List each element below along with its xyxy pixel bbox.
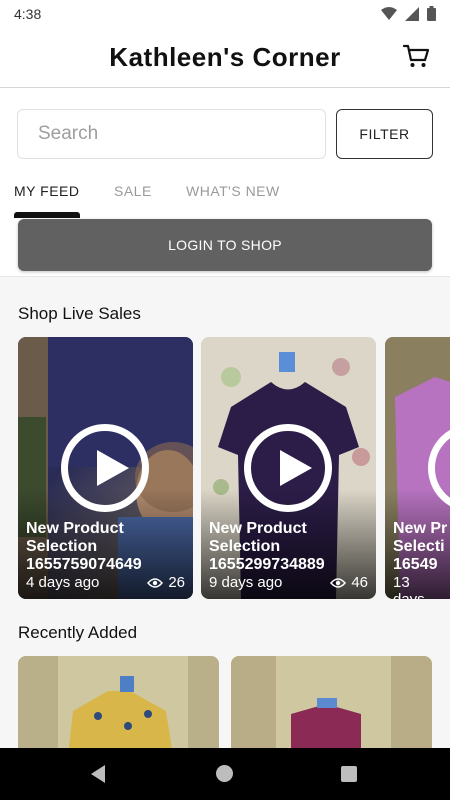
filter-button[interactable]: FILTER <box>336 109 433 159</box>
status-time: 4:38 <box>14 6 42 22</box>
live-sale-card[interactable]: New Pr Selecti 16549 13 days <box>385 337 450 599</box>
card-time: 4 days ago <box>26 574 100 591</box>
recent-product-card[interactable] <box>18 656 219 756</box>
home-icon[interactable] <box>216 765 233 782</box>
search-field[interactable] <box>17 109 326 159</box>
search-input[interactable] <box>18 110 325 158</box>
tab-sale[interactable]: SALE <box>114 183 152 199</box>
recents-icon[interactable] <box>341 766 357 782</box>
status-icons <box>381 6 436 21</box>
live-sale-card[interactable]: New Product Selection 1655759074649 4 da… <box>18 337 193 599</box>
product-image <box>231 656 432 756</box>
cart-button[interactable] <box>402 42 430 70</box>
status-bar: 4:38 <box>0 0 450 28</box>
play-icon[interactable] <box>61 424 149 512</box>
play-icon[interactable] <box>244 424 332 512</box>
card-meta: 4 days ago 26 <box>26 574 185 591</box>
tab-my-feed[interactable]: MY FEED <box>14 183 79 199</box>
wifi-icon <box>381 6 397 20</box>
card-meta: 9 days ago 46 <box>209 574 368 591</box>
back-icon[interactable] <box>91 765 105 783</box>
card-title: New Product Selection 1655759074649 <box>26 520 142 573</box>
feed-tabs: MY FEED SALE WHAT'S NEW <box>0 176 450 218</box>
card-title: New Pr Selecti 16549 <box>393 520 448 573</box>
card-meta: 13 days <box>393 574 442 599</box>
app-header: Kathleen's Corner <box>0 28 450 88</box>
eye-icon <box>147 577 164 588</box>
card-time: 13 days <box>393 574 425 599</box>
recent-product-card[interactable] <box>231 656 432 756</box>
live-sales-heading: Shop Live Sales <box>18 304 141 323</box>
system-nav-bar <box>0 748 450 800</box>
card-views: 46 <box>330 574 368 591</box>
cart-icon <box>402 44 430 67</box>
eye-icon <box>330 577 347 588</box>
card-views: 26 <box>147 574 185 591</box>
login-to-shop-button[interactable]: LOGIN TO SHOP <box>18 219 432 271</box>
product-image <box>18 656 219 756</box>
battery-icon <box>427 6 436 21</box>
card-time: 9 days ago <box>209 574 283 591</box>
card-title: New Product Selection 1655299734889 <box>209 520 325 573</box>
tab-whats-new[interactable]: WHAT'S NEW <box>186 183 280 199</box>
live-sale-card[interactable]: New Product Selection 1655299734889 9 da… <box>201 337 376 599</box>
signal-icon <box>405 6 419 21</box>
recently-added-heading: Recently Added <box>18 623 138 642</box>
active-tab-indicator <box>14 212 80 218</box>
app-title: Kathleen's Corner <box>109 42 341 72</box>
